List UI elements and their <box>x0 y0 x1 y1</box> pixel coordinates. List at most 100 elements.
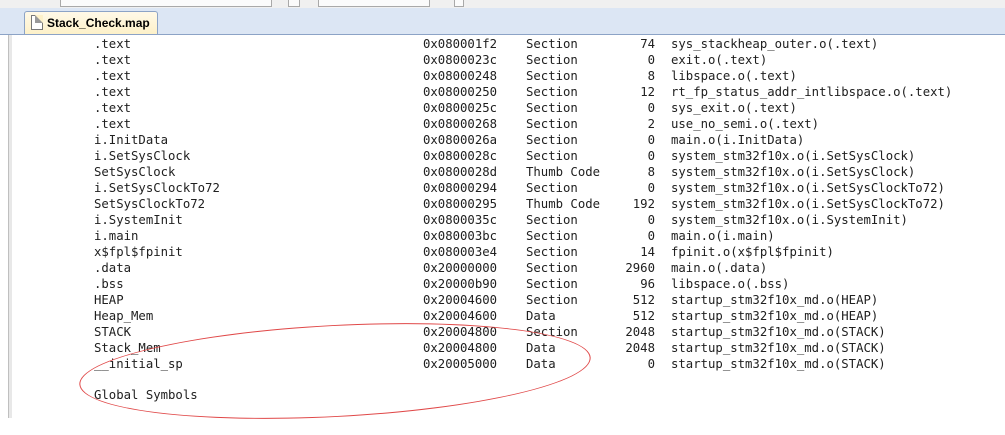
symbol-name: i.SetSysClockTo72 <box>94 181 220 195</box>
symbol-address: 0x08000295 <box>423 197 498 211</box>
symbol-size: 2048 <box>625 341 655 355</box>
symbol-size: 0 <box>647 357 655 371</box>
symbol-name: x$fpl$fpinit <box>94 245 183 259</box>
symbol-object: startup_stm32f10x_md.o(HEAP) <box>671 309 879 323</box>
symbol-address: 0x08000294 <box>423 181 498 195</box>
symbol-object: startup_stm32f10x_md.o(STACK) <box>671 341 886 355</box>
symbol-address: 0x080003bc <box>423 229 498 243</box>
symbol-size: 0 <box>647 101 655 115</box>
symbol-type: Section <box>526 325 578 339</box>
editor-gutter <box>9 35 12 418</box>
symbol-object: fpinit.o(x$fpl$fpinit) <box>671 245 834 259</box>
symbol-name: .text <box>94 85 132 99</box>
symbol-name: i.main <box>94 229 139 243</box>
symbol-address: 0x20004800 <box>423 341 498 355</box>
symbol-type: Section <box>526 261 578 275</box>
symbol-type: Section <box>526 117 578 131</box>
symbol-object: system_stm32f10x.o(i.SystemInit) <box>671 213 908 227</box>
symbol-size: 2960 <box>625 261 655 275</box>
symbol-address: 0x0800028c <box>423 149 498 163</box>
symbol-name: .data <box>94 261 132 275</box>
global-symbols-heading: Global Symbols <box>94 388 198 402</box>
symbol-object: exit.o(.text) <box>671 53 768 67</box>
symbol-name: SetSysClockTo72 <box>94 197 206 211</box>
symbol-address: 0x0800026a <box>423 133 498 147</box>
symbol-name: i.InitData <box>94 133 169 147</box>
symbol-size: 0 <box>647 133 655 147</box>
symbol-type: Section <box>526 229 578 243</box>
symbol-name: .text <box>94 117 132 131</box>
symbol-size: 512 <box>632 309 655 323</box>
symbol-name: Stack_Mem <box>94 341 161 355</box>
symbol-object: startup_stm32f10x_md.o(STACK) <box>671 325 886 339</box>
symbol-size: 12 <box>640 85 655 99</box>
symbol-object: sys_stackheap_outer.o(.text) <box>671 37 879 51</box>
symbol-size: 8 <box>647 69 655 83</box>
symbol-size: 192 <box>632 197 655 211</box>
symbol-address: 0x20004800 <box>423 325 498 339</box>
symbol-size: 0 <box>647 53 655 67</box>
symbol-name: .text <box>94 69 132 83</box>
symbol-type: Section <box>526 245 578 259</box>
symbol-type: Thumb Code <box>526 165 601 179</box>
symbol-object: libspace.o(.text) <box>671 69 797 83</box>
symbol-object: main.o(i.InitData) <box>671 133 805 147</box>
symbol-name: HEAP <box>94 293 124 307</box>
symbol-type: Section <box>526 293 578 307</box>
symbol-type: Section <box>526 85 578 99</box>
symbol-object: system_stm32f10x.o(i.SetSysClock) <box>671 149 916 163</box>
symbol-object: rt_fp_status_addr_intlibspace.o(.text) <box>671 85 953 99</box>
file-icon <box>31 15 43 30</box>
symbol-name: .text <box>94 37 132 51</box>
symbol-size: 14 <box>640 245 655 259</box>
symbol-type: Section <box>526 101 578 115</box>
symbol-address: 0x20000000 <box>423 261 498 275</box>
symbol-name: i.SystemInit <box>94 213 183 227</box>
symbol-object: use_no_semi.o(.text) <box>671 117 820 131</box>
symbol-name: .text <box>94 53 132 67</box>
toolbar-fragment <box>318 0 430 7</box>
symbol-size: 96 <box>640 277 655 291</box>
tab-stack-check-map[interactable]: Stack_Check.map <box>24 11 158 34</box>
symbol-address: 0x0800028d <box>423 165 498 179</box>
symbol-object: system_stm32f10x.o(i.SetSysClockTo72) <box>671 181 945 195</box>
symbol-name: .bss <box>94 277 124 291</box>
symbol-type: Section <box>526 133 578 147</box>
symbol-type: Section <box>526 53 578 67</box>
symbol-object: sys_exit.o(.text) <box>671 101 797 115</box>
tab-label: Stack_Check.map <box>47 16 150 30</box>
section-heading-row: Global Symbols <box>9 387 198 403</box>
symbol-object: libspace.o(.bss) <box>671 277 790 291</box>
symbol-object: system_stm32f10x.o(i.SetSysClockTo72) <box>671 197 945 211</box>
text-editor[interactable]: .text 0x080001f2 Section 74 sys_stackheap_ou… <box>8 35 1005 431</box>
symbol-size: 74 <box>640 37 655 51</box>
symbol-object: startup_stm32f10x_md.o(STACK) <box>671 357 886 371</box>
symbol-address: 0x20004600 <box>423 309 498 323</box>
symbol-address: 0x08000268 <box>423 117 498 131</box>
toolbar-fragment <box>60 0 272 7</box>
symbol-address: 0x0800025c <box>423 101 498 115</box>
symbol-type: Data <box>526 341 556 355</box>
symbol-name: SetSysClock <box>94 165 176 179</box>
symbol-address: 0x0800035c <box>423 213 498 227</box>
symbol-object: startup_stm32f10x_md.o(HEAP) <box>671 293 879 307</box>
symbol-object: main.o(i.main) <box>671 229 775 243</box>
symbol-address: 0x080001f2 <box>423 37 498 51</box>
symbol-object: main.o(.data) <box>671 261 768 275</box>
symbol-size: 0 <box>647 229 655 243</box>
symbol-address: 0x20004600 <box>423 293 498 307</box>
symbol-object: system_stm32f10x.o(i.SetSysClock) <box>671 165 916 179</box>
symbol-size: 8 <box>647 165 655 179</box>
symbol-address: 0x20000b90 <box>423 277 498 291</box>
symbol-name: Heap_Mem <box>94 309 154 323</box>
symbol-name: i.SetSysClock <box>94 149 191 163</box>
symbol-type: Section <box>526 181 578 195</box>
symbol-size: 0 <box>647 213 655 227</box>
symbol-address: 0x080003e4 <box>423 245 498 259</box>
symbol-size: 2048 <box>625 325 655 339</box>
symbol-type: Thumb Code <box>526 197 601 211</box>
symbol-type: Section <box>526 69 578 83</box>
symbol-size: 512 <box>632 293 655 307</box>
symbol-name: STACK <box>94 325 132 339</box>
toolbar-fragment <box>454 0 464 7</box>
